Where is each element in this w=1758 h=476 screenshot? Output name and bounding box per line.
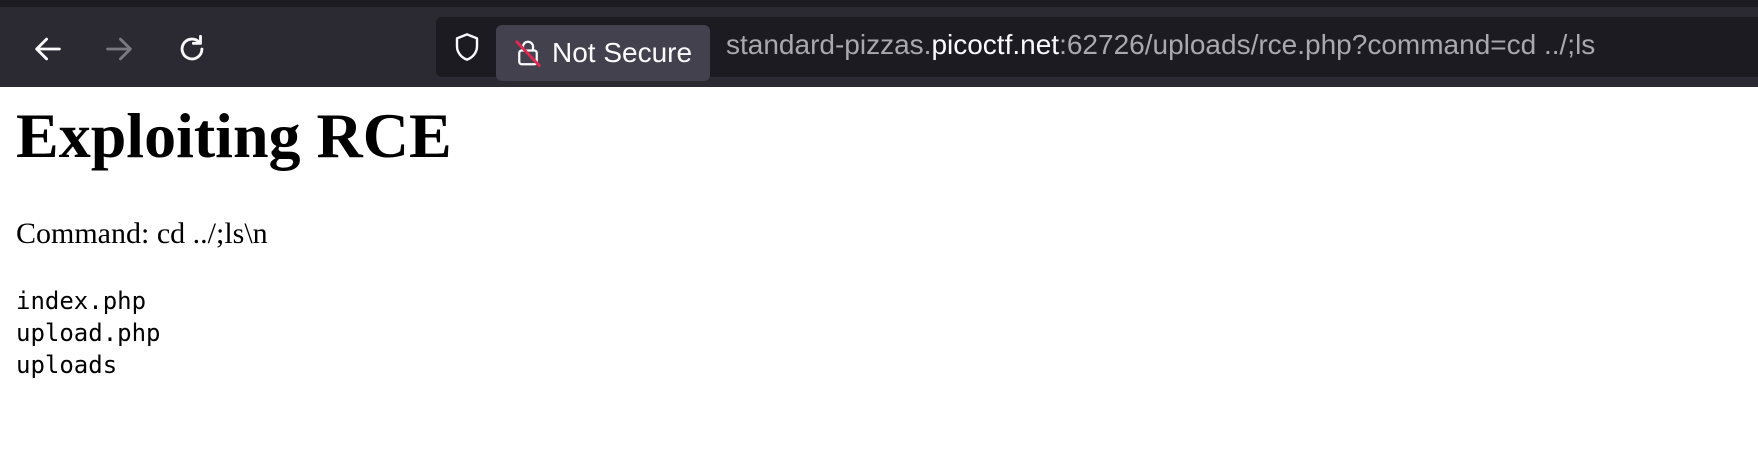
page-title: Exploiting RCE bbox=[16, 100, 452, 171]
reload-button[interactable] bbox=[170, 27, 214, 71]
insecure-lock-icon bbox=[512, 36, 544, 70]
forward-button[interactable] bbox=[97, 27, 141, 71]
url-suffix: :62726/uploads/rce.php?command=cd ../;ls bbox=[1059, 29, 1596, 60]
reload-icon bbox=[180, 34, 204, 61]
url-text[interactable]: standard-pizzas.picoctf.net:62726/upload… bbox=[726, 29, 1595, 61]
not-secure-label: Not Secure bbox=[552, 37, 693, 68]
output-line: index.php bbox=[16, 287, 147, 316]
output-line: uploads bbox=[16, 351, 118, 380]
tracking-protection-button[interactable] bbox=[450, 30, 484, 64]
command-label: Command: cd ../;ls\n bbox=[16, 217, 268, 251]
output-line: upload.php bbox=[16, 319, 161, 348]
back-button[interactable] bbox=[26, 27, 70, 71]
url-host: picoctf.net bbox=[931, 29, 1060, 60]
command-output: index.php upload.php uploads bbox=[16, 285, 1758, 381]
browser-toolbar: Not Secure standard-pizzas.picoctf.net:6… bbox=[0, 0, 1758, 87]
back-arrow-icon bbox=[35, 37, 61, 61]
page-content: Exploiting RCE Command: cd ../;ls\n inde… bbox=[16, 87, 1758, 381]
shield-icon bbox=[455, 33, 479, 61]
address-bar[interactable]: Not Secure standard-pizzas.picoctf.net:6… bbox=[436, 17, 1758, 81]
forward-arrow-icon bbox=[106, 37, 132, 61]
url-prefix: standard-pizzas. bbox=[726, 29, 932, 60]
site-security-button[interactable]: Not Secure bbox=[496, 25, 710, 81]
